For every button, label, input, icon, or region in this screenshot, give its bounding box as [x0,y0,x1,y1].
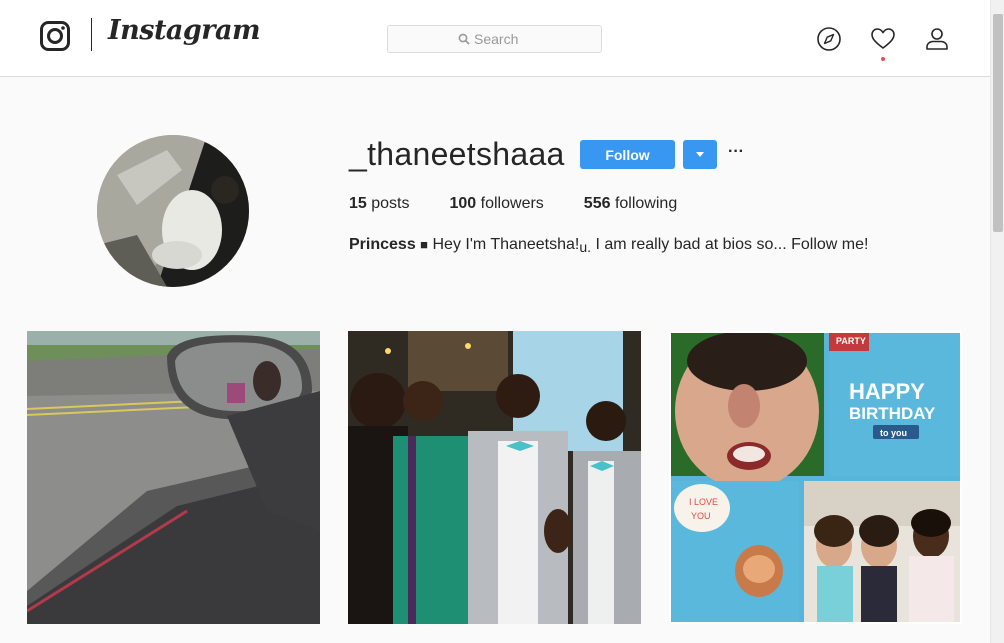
search-box[interactable] [387,25,602,53]
posts-stat: 15 posts [349,195,410,213]
following-count: 556 [583,195,611,212]
followers-label: followers [480,195,544,212]
avatar-photo [97,135,249,287]
search-icon [458,33,470,45]
notification-dot [881,57,885,61]
post-image-group-photo [348,331,641,624]
post-thumbnail[interactable] [27,331,320,624]
bio-text-2: I am really bad at bios so... Follow me! [595,236,869,253]
compass-icon[interactable] [816,26,842,52]
scrollbar-thumb[interactable] [993,14,1003,232]
post-image-birthday-collage: PARTY HAPPY BIRTHDAY to you I LOVE YOU [669,331,962,624]
bio-name: Princess [349,236,416,253]
following-stat[interactable]: 556 following [584,195,677,213]
bio-glyph: ■ [420,237,429,252]
page-scrollbar[interactable] [990,0,1004,643]
instagram-wordmark[interactable]: Instagram [108,15,261,46]
profile-bio: Princess ■ Hey I'm Thaneetsha!u. I am re… [349,236,869,255]
more-options-button[interactable]: ··· [726,142,746,166]
follow-button[interactable]: Follow [580,140,675,169]
search-input[interactable] [474,30,594,48]
post-image-car-mirror [27,331,320,624]
profile-username: _thaneetshaaa [349,136,565,172]
happy-label: HAPPY [849,379,925,404]
post-thumbnail[interactable] [348,331,641,624]
profile-avatar[interactable] [97,135,249,287]
following-label: following [614,195,678,212]
bio-glyph-2: u. [579,239,592,255]
heart-icon[interactable] [870,26,896,52]
posts-count: 15 [349,195,367,212]
bubble-i-love: I LOVE [689,497,718,507]
logo-divider [91,18,92,51]
bubble-you: YOU [691,511,711,521]
followers-stat[interactable]: 100 followers [450,195,544,213]
suggestions-dropdown-button[interactable] [683,140,717,169]
followers-count: 100 [449,195,477,212]
to-you-label: to you [880,428,907,438]
instagram-glyph-icon[interactable] [40,21,70,51]
top-navigation: Instagram [0,0,990,77]
post-thumbnail[interactable]: PARTY HAPPY BIRTHDAY to you I LOVE YOU [669,331,962,624]
profile-stats: 15 posts 100 followers 556 following [349,195,717,213]
party-tag-label: PARTY [836,336,866,346]
triangle-down-icon [696,152,704,157]
user-icon[interactable] [924,26,950,52]
posts-label: posts [371,195,410,212]
birthday-label: BIRTHDAY [849,404,936,423]
bio-text-1: Hey I'm Thaneetsha! [432,236,580,253]
